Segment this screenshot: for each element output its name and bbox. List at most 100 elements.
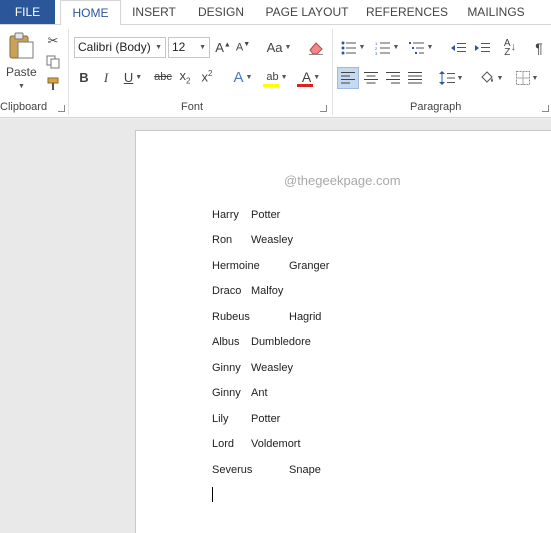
bold-button[interactable]: B — [76, 67, 92, 87]
text-effects-icon: A — [233, 68, 244, 86]
last-name: Malfoy — [251, 285, 284, 297]
tab-file[interactable]: FILE — [0, 0, 55, 24]
decrease-indent-button[interactable] — [448, 37, 468, 58]
last-name: Ant — [251, 387, 268, 399]
align-center-button[interactable] — [360, 67, 382, 89]
numbering-button[interactable]: 1 2 3 ▼ — [372, 37, 402, 58]
font-name-combo[interactable]: Calibri (Body) ▼ — [74, 37, 166, 58]
first-name: Draco — [212, 285, 242, 297]
line-spacing-icon — [438, 71, 455, 85]
increase-indent-button[interactable] — [472, 37, 492, 58]
grow-font-button[interactable]: A▲ — [214, 37, 232, 58]
document-page[interactable]: @thegeekpage.com Harry Potter Ron Weasley … — [135, 130, 551, 533]
chevron-down-icon: ▼ — [426, 44, 434, 51]
justify-icon — [408, 72, 422, 84]
shrink-font-icon: A▼ — [235, 41, 251, 54]
last-name: Weasley — [251, 362, 293, 374]
justify-button[interactable] — [404, 67, 426, 89]
superscript-button[interactable]: x2 — [198, 67, 216, 87]
format-painter-icon — [47, 77, 59, 90]
borders-icon — [515, 71, 530, 85]
paste-dropdown-icon[interactable]: ▼ — [18, 83, 25, 90]
increase-indent-icon — [475, 42, 490, 52]
ribbon-tab-bar: FILE HOME INSERT DESIGN PAGE LAYOUT REFE… — [0, 0, 551, 25]
subscript-button[interactable]: x2 — [176, 67, 194, 87]
chevron-down-icon: ▼ — [531, 74, 539, 82]
first-name: Lord — [212, 438, 235, 450]
align-left-button[interactable] — [337, 67, 359, 89]
first-name: Severus — [212, 464, 253, 476]
chevron-down-icon: ▼ — [135, 73, 143, 81]
bold-icon: B — [79, 69, 89, 85]
align-center-icon — [364, 72, 378, 84]
sort-button[interactable]: A Z ↓ — [500, 37, 520, 58]
line-spacing-button[interactable]: ▼ — [436, 67, 466, 89]
sort-icon: AZ — [503, 37, 511, 58]
tab-insert[interactable]: INSERT — [128, 0, 180, 24]
tab-page-layout[interactable]: PAGE LAYOUT — [262, 0, 352, 24]
last-name: Weasley — [251, 234, 293, 246]
group-separator — [68, 29, 69, 115]
shrink-font-button[interactable]: A▼ — [234, 37, 252, 58]
format-painter-button[interactable] — [44, 75, 62, 93]
underline-icon: U — [123, 69, 134, 85]
last-name: Voldemort — [251, 438, 301, 450]
chevron-down-icon: ▼ — [155, 44, 162, 51]
font-size-value: 12 — [172, 40, 186, 54]
tab-home[interactable]: HOME — [60, 0, 121, 25]
font-color-icon: A — [301, 69, 312, 85]
highlighter-icon: ab — [266, 70, 279, 83]
last-name: Potter — [251, 209, 281, 221]
svg-text:3: 3 — [375, 51, 378, 55]
pilcrow-icon: ¶ — [535, 39, 543, 56]
copy-icon — [46, 55, 60, 69]
clipboard-icon — [9, 32, 34, 59]
tab-mailings[interactable]: MAILINGS — [462, 0, 530, 24]
align-right-icon — [386, 72, 400, 84]
shading-button[interactable]: ▼ — [476, 67, 506, 89]
first-name: Lily — [212, 413, 229, 425]
tab-design[interactable]: DESIGN — [196, 0, 246, 24]
bullets-button[interactable]: ▼ — [338, 37, 368, 58]
borders-button[interactable]: ▼ — [512, 67, 542, 89]
align-right-button[interactable] — [382, 67, 404, 89]
underline-button[interactable]: U ▼ — [118, 67, 148, 87]
first-name: Ron — [212, 234, 233, 246]
superscript-icon: x2 — [201, 69, 213, 85]
last-name: Snape — [289, 464, 321, 476]
last-name: Dumbledore — [251, 336, 311, 348]
multilevel-list-button[interactable]: ▼ — [406, 37, 436, 58]
strikethrough-button[interactable]: abc — [152, 67, 174, 87]
chevron-down-icon: ▼ — [199, 44, 206, 51]
decrease-indent-icon — [451, 42, 466, 52]
chevron-down-icon: ▼ — [456, 74, 464, 82]
paste-label: Paste — [6, 65, 37, 79]
change-case-button[interactable]: Aa ▼ — [262, 37, 296, 58]
first-name: Harry — [212, 209, 239, 221]
chevron-down-icon: ▼ — [358, 44, 366, 51]
copy-button[interactable] — [44, 53, 62, 71]
cut-button[interactable]: ✂ — [44, 31, 62, 49]
font-size-combo[interactable]: 12 ▼ — [168, 37, 210, 58]
tab-references[interactable]: REFERENCES — [366, 0, 448, 24]
grow-font-icon: A▲ — [215, 40, 231, 55]
multilevel-list-icon — [408, 41, 424, 54]
subscript-icon: x2 — [179, 67, 191, 86]
clipboard-launcher-icon[interactable] — [58, 105, 65, 112]
highlight-color-swatch — [263, 84, 279, 87]
show-formatting-button[interactable]: ¶ — [530, 37, 548, 58]
numbering-icon: 1 2 3 — [375, 41, 390, 55]
clear-formatting-button[interactable] — [306, 37, 326, 58]
italic-button[interactable]: I — [98, 67, 114, 87]
font-launcher-icon[interactable] — [320, 105, 327, 112]
first-name: Ginny — [212, 362, 241, 374]
last-name: Granger — [289, 260, 330, 272]
document-area: @thegeekpage.com Harry Potter Ron Weasley … — [0, 119, 551, 533]
paste-button[interactable] — [4, 31, 38, 61]
paragraph-launcher-icon[interactable] — [542, 105, 549, 112]
word-window: FILE HOME INSERT DESIGN PAGE LAYOUT REFE… — [0, 0, 551, 533]
strikethrough-icon: abc — [154, 70, 172, 83]
text-effects-button[interactable]: A ▼ — [228, 67, 258, 87]
chevron-down-icon: ▼ — [313, 73, 321, 81]
scissors-icon: ✂ — [47, 32, 59, 48]
